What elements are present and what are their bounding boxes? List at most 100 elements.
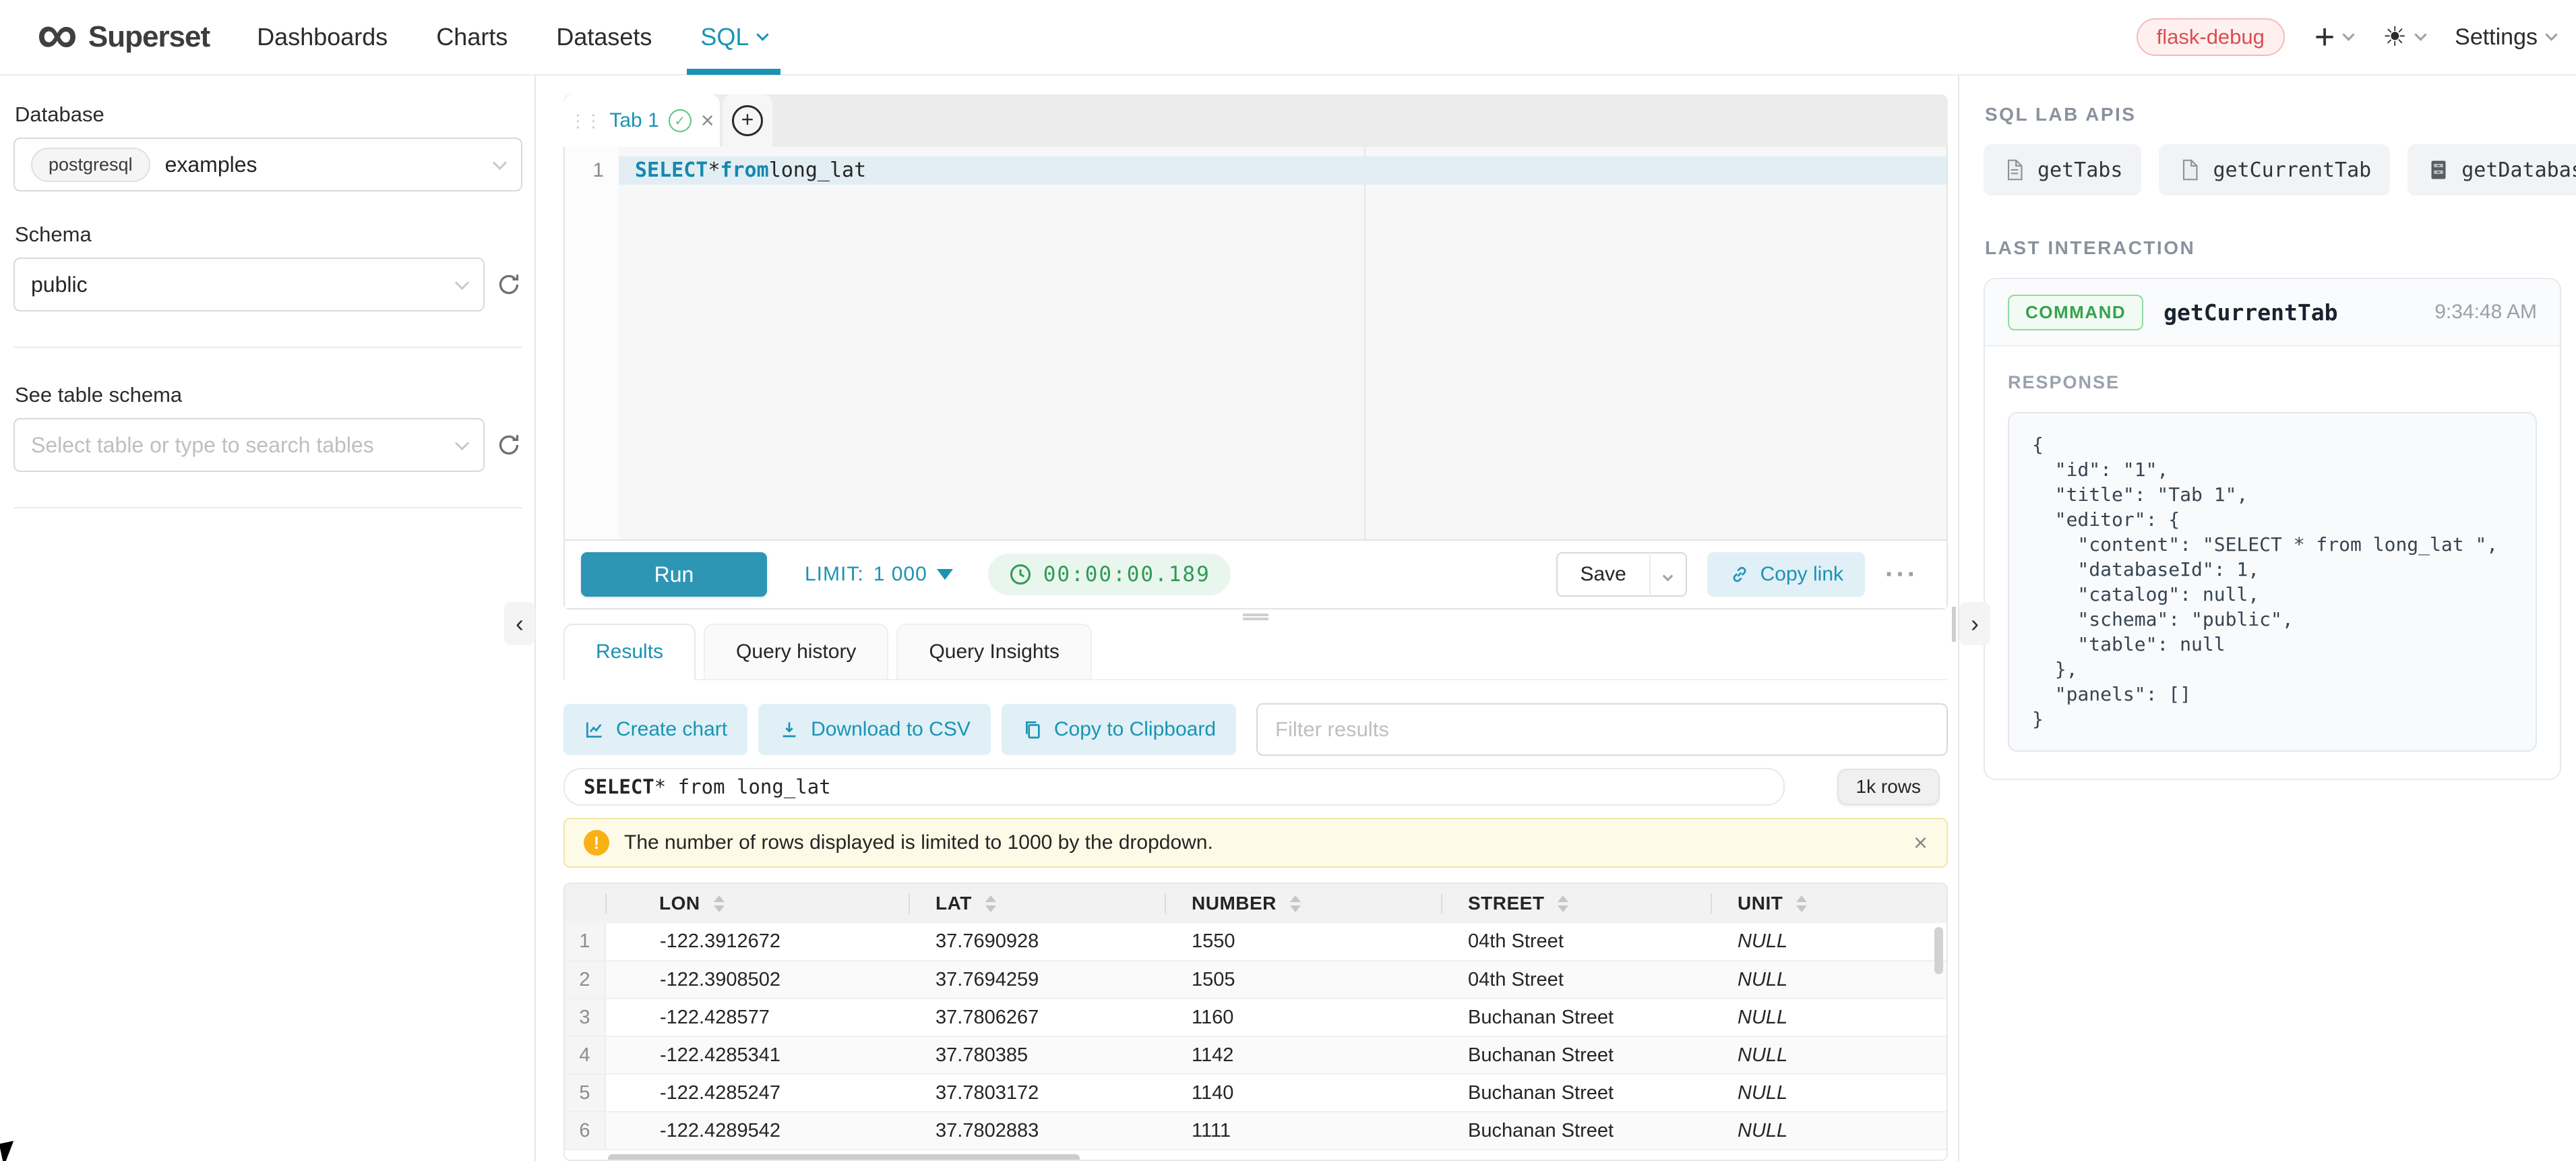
row-number: 5 <box>565 1074 605 1112</box>
getdatabases-label: getDatabases <box>2461 158 2576 182</box>
table-row: 4-122.428534137.7803851142Buchanan Stree… <box>565 1036 1946 1074</box>
refresh-tables-button[interactable] <box>495 431 522 458</box>
tab-query-insights[interactable]: Query Insights <box>896 624 1091 680</box>
chevron-down-icon <box>2414 28 2426 40</box>
superset-logo[interactable]: ∞ Superset <box>37 12 210 62</box>
results-table: LON LAT NUMBER STREET UNIT 1-122.3912672… <box>563 883 1948 1161</box>
theme-toggle-button[interactable]: ☀ <box>2383 22 2425 53</box>
panel-scrollbar-thumb[interactable] <box>1952 607 1956 642</box>
schema-select[interactable]: public <box>13 258 485 311</box>
editor-wrap: 1 SELECT * from long_lat Run LIMIT: 1 00… <box>563 147 1948 609</box>
nav-datasets[interactable]: Datasets <box>556 0 652 75</box>
table-cell: 1111 <box>1165 1112 1441 1150</box>
row-number: 4 <box>565 1036 605 1074</box>
line-number: 1 <box>592 156 604 185</box>
table-cell: 37.7694259 <box>909 961 1165 999</box>
more-options-button[interactable]: ··· <box>1885 560 1918 590</box>
nav-dashboards[interactable]: Dashboards <box>257 0 388 75</box>
refresh-icon <box>495 431 522 458</box>
plus-icon: + <box>2314 17 2335 57</box>
create-chart-button[interactable]: Create chart <box>563 704 747 755</box>
sort-icon[interactable] <box>1796 895 1807 912</box>
api-buttons-row: getTabs getCurrentTab getDatabases <box>1984 144 2561 196</box>
table-cell: -122.3912672 <box>605 923 909 961</box>
table-cell: 1505 <box>1165 961 1441 999</box>
settings-menu[interactable]: Settings <box>2455 24 2556 51</box>
sql-code-editor[interactable]: 1 SELECT * from long_lat <box>565 147 1946 539</box>
copy-to-clipboard-button[interactable]: Copy to Clipboard <box>1002 704 1236 755</box>
query-preview[interactable]: SELECT * from long_lat <box>563 768 1785 806</box>
tab-query-history[interactable]: Query history <box>704 624 888 680</box>
warning-text: The number of rows displayed is limited … <box>624 831 1213 854</box>
add-tab-button[interactable]: + <box>723 94 772 147</box>
editor-print-margin <box>1364 147 1366 539</box>
nav-sql-label: SQL <box>700 23 749 51</box>
table-cell: -122.3908502 <box>605 961 909 999</box>
table-select[interactable]: Select table or type to search tables <box>13 418 485 472</box>
database-select[interactable]: postgresql examples <box>13 138 522 191</box>
nav-charts[interactable]: Charts <box>436 0 508 75</box>
run-query-button[interactable]: Run <box>581 552 767 597</box>
row-number: 1 <box>565 923 605 961</box>
table-cell: -122.428577 <box>605 999 909 1036</box>
drag-handle-icon[interactable]: ⋮⋮ <box>569 111 600 131</box>
column-header-lat[interactable]: LAT <box>909 884 1165 923</box>
sort-icon[interactable] <box>1290 895 1301 912</box>
file-cabinet-icon <box>2426 158 2451 182</box>
superset-logo-icon: ∞ <box>37 5 78 62</box>
save-button[interactable]: Save <box>1556 552 1649 597</box>
tab-saved-check-icon: ✓ <box>669 109 692 132</box>
main-nav: Dashboards Charts Datasets SQL <box>257 0 767 75</box>
save-options-button[interactable] <box>1649 552 1687 597</box>
table-cell: 37.7803172 <box>909 1074 1165 1112</box>
editor-gutter: 1 <box>565 147 619 539</box>
copy-link-button[interactable]: Copy link <box>1707 552 1865 597</box>
tab-results[interactable]: Results <box>563 624 696 680</box>
getdatabases-button[interactable]: getDatabases <box>2408 144 2576 196</box>
refresh-schemas-button[interactable] <box>495 271 522 298</box>
table-schema-label: See table schema <box>15 383 522 407</box>
sort-icon[interactable] <box>714 895 725 912</box>
download-csv-button[interactable]: Download to CSV <box>758 704 991 755</box>
apis-heading: SQL LAB APIS <box>1985 104 2561 125</box>
results-tab-bar: Results Query history Query Insights <box>563 624 1948 680</box>
filter-results-input[interactable] <box>1256 703 1948 756</box>
timer-value: 00:00:00.189 <box>1043 562 1210 587</box>
column-header-lon[interactable]: LON <box>605 884 909 923</box>
column-header-unit[interactable]: UNIT <box>1711 884 1946 923</box>
vertical-scrollbar-thumb[interactable] <box>1934 927 1943 974</box>
gettabs-button[interactable]: getTabs <box>1984 144 2141 196</box>
table-cell: Buchanan Street <box>1441 1112 1711 1150</box>
panel-resize-handle[interactable] <box>563 609 1948 624</box>
chevron-down-icon <box>455 436 469 450</box>
limit-value: 1 000 <box>873 563 927 586</box>
limit-dropdown[interactable]: LIMIT: 1 000 <box>805 563 953 586</box>
nav-sql[interactable]: SQL <box>700 0 767 75</box>
horizontal-scrollbar[interactable] <box>565 1150 1946 1161</box>
close-warning-icon[interactable]: × <box>1913 829 1928 857</box>
settings-label: Settings <box>2455 24 2538 51</box>
new-item-button[interactable]: + <box>2314 17 2353 57</box>
save-button-group: Save <box>1556 552 1687 597</box>
chevron-down-icon <box>2343 28 2355 40</box>
sidebar-divider <box>13 507 522 508</box>
chevron-down-icon <box>1663 570 1674 581</box>
scrollbar-thumb[interactable] <box>608 1154 1080 1161</box>
download-csv-label: Download to CSV <box>811 718 971 741</box>
brand-name: Superset <box>88 20 210 54</box>
interaction-card-body: RESPONSE { "id": "1", "title": "Tab 1", … <box>1985 347 2560 779</box>
getcurrenttab-button[interactable]: getCurrentTab <box>2159 144 2390 196</box>
editor-tab[interactable]: ⋮⋮ Tab 1 ✓ × <box>563 94 720 147</box>
column-header-street[interactable]: STREET <box>1441 884 1711 923</box>
link-icon <box>1729 564 1750 585</box>
collapse-left-panel-button[interactable]: ‹ <box>504 602 535 645</box>
table-cell: 37.7802883 <box>909 1112 1165 1150</box>
expand-right-panel-button[interactable]: › <box>1959 602 1990 645</box>
sort-icon[interactable] <box>985 895 996 912</box>
column-header-number[interactable]: NUMBER <box>1165 884 1441 923</box>
close-tab-icon[interactable]: × <box>701 108 714 134</box>
sort-icon[interactable] <box>1558 895 1568 912</box>
table-cell: 1142 <box>1165 1036 1441 1074</box>
command-badge: COMMAND <box>2008 295 2143 330</box>
row-limit-warning: ! The number of rows displayed is limite… <box>563 818 1948 868</box>
